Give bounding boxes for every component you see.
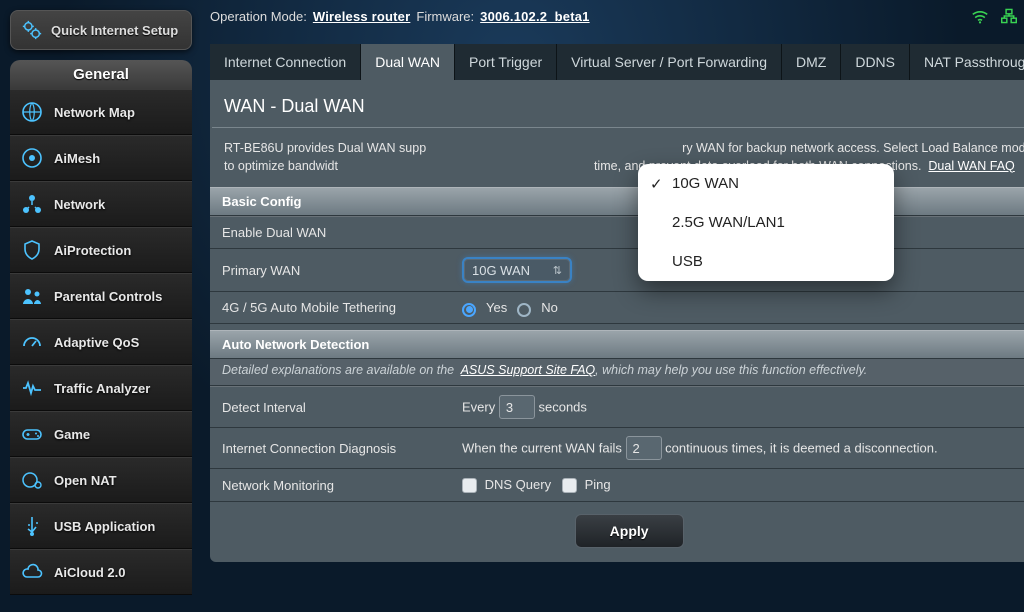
main-panel: Operation Mode: Wireless router Firmware…	[200, 0, 1024, 595]
dropdown-option-25g-wanlan1[interactable]: 2.5G WAN/LAN1	[638, 203, 894, 242]
sidebar-item-label: AiMesh	[54, 151, 100, 166]
diagnosis-pre: When the current WAN fails	[462, 441, 622, 456]
sidebar-item-aimesh[interactable]: AiMesh	[10, 135, 192, 181]
content-card: WAN - Dual WAN RT-BE86U provides Dual WA…	[210, 80, 1024, 562]
tab-dual-wan[interactable]: Dual WAN	[361, 44, 455, 80]
tab-internet-connection[interactable]: Internet Connection	[210, 44, 361, 80]
top-status-line: Operation Mode: Wireless router Firmware…	[210, 8, 1024, 24]
enable-dual-wan-label: Enable Dual WAN	[210, 217, 450, 249]
sidebar-item-traffic-analyzer[interactable]: Traffic Analyzer	[10, 365, 192, 411]
pulse-icon	[20, 376, 44, 400]
dns-query-checkbox[interactable]	[462, 478, 477, 493]
gears-icon	[21, 19, 43, 41]
sidebar-item-label: Open NAT	[54, 473, 117, 488]
tab-virtual-server[interactable]: Virtual Server / Port Forwarding	[557, 44, 782, 80]
basic-config-table: Enable Dual WAN Primary WAN 10G WAN ⇅ 4G…	[210, 216, 1024, 324]
sidebar-nav: Network Map AiMesh Network AiProtection …	[10, 89, 192, 595]
sidebar-item-label: USB Application	[54, 519, 155, 534]
sidebar-item-label: Game	[54, 427, 90, 442]
diagnosis-post: continuous times, it is deemed a disconn…	[665, 441, 937, 456]
auto-detect-subtext: Detailed explanations are available on t…	[210, 359, 1024, 386]
ping-label: Ping	[585, 477, 611, 492]
sidebar-item-label: Network Map	[54, 105, 135, 120]
quick-internet-setup-button[interactable]: Quick Internet Setup	[10, 10, 192, 50]
diagnosis-label: Internet Connection Diagnosis	[210, 428, 450, 469]
apply-button[interactable]: Apply	[575, 514, 684, 548]
dual-wan-faq-link[interactable]: Dual WAN FAQ	[928, 159, 1014, 173]
primary-wan-select[interactable]: 10G WAN ⇅	[462, 257, 572, 283]
tab-dmz[interactable]: DMZ	[782, 44, 841, 80]
sidebar-item-label: AiCloud 2.0	[54, 565, 126, 580]
page-description: RT-BE86U provides Dual WAN suppry WAN fo…	[210, 128, 1024, 187]
fw-label: Firmware:	[416, 9, 474, 24]
network-icon	[20, 192, 44, 216]
sidebar-item-usb-application[interactable]: USB Application	[10, 503, 192, 549]
sidebar-item-label: Traffic Analyzer	[54, 381, 150, 396]
ping-checkbox[interactable]	[562, 478, 577, 493]
dns-query-label: DNS Query	[485, 477, 551, 492]
sidebar-item-network[interactable]: Network	[10, 181, 192, 227]
gamepad-icon	[20, 422, 44, 446]
network-monitoring-label: Network Monitoring	[210, 469, 450, 502]
sidebar-item-open-nat[interactable]: Open NAT	[10, 457, 192, 503]
op-mode-link[interactable]: Wireless router	[313, 9, 411, 24]
sidebar-item-aiprotection[interactable]: AiProtection	[10, 227, 192, 273]
people-icon	[20, 284, 44, 308]
primary-wan-value: 10G WAN	[472, 263, 530, 278]
usb-icon	[20, 514, 44, 538]
auto-detect-header: Auto Network Detection	[210, 330, 1024, 359]
cloud-icon	[20, 560, 44, 584]
sidebar-item-label: Adaptive QoS	[54, 335, 139, 350]
sidebar-item-aicloud[interactable]: AiCloud 2.0	[10, 549, 192, 595]
dropdown-option-10g-wan[interactable]: 10G WAN	[638, 164, 894, 203]
tethering-no-radio[interactable]	[517, 303, 531, 317]
op-mode-label: Operation Mode:	[210, 9, 307, 24]
quick-setup-label: Quick Internet Setup	[51, 23, 178, 38]
gauge-icon	[20, 330, 44, 354]
shield-icon	[20, 238, 44, 262]
sidebar-item-label: Parental Controls	[54, 289, 162, 304]
chevron-updown-icon: ⇅	[553, 264, 562, 277]
sidebar-item-label: Network	[54, 197, 105, 212]
lan-icon[interactable]	[1000, 8, 1018, 24]
sidebar-item-network-map[interactable]: Network Map	[10, 89, 192, 135]
sidebar-item-parental-controls[interactable]: Parental Controls	[10, 273, 192, 319]
dropdown-option-usb[interactable]: USB	[638, 242, 894, 281]
tethering-yes-radio[interactable]	[462, 303, 476, 317]
basic-config-header: Basic Config	[210, 187, 1024, 216]
sidebar-item-adaptive-qos[interactable]: Adaptive QoS	[10, 319, 192, 365]
detect-interval-pre: Every	[462, 400, 495, 415]
sidebar-item-game[interactable]: Game	[10, 411, 192, 457]
detect-interval-label: Detect Interval	[210, 387, 450, 428]
fw-link[interactable]: 3006.102.2_beta1	[480, 9, 589, 24]
detect-interval-input[interactable]: 3	[499, 395, 535, 419]
sidebar: Quick Internet Setup General Network Map…	[0, 0, 200, 595]
sidebar-item-label: AiProtection	[54, 243, 131, 258]
primary-wan-dropdown[interactable]: 10G WAN 2.5G WAN/LAN1 USB	[638, 164, 894, 281]
tethering-yes-label: Yes	[486, 300, 507, 315]
diagnosis-count-input[interactable]: 2	[626, 436, 662, 460]
wifi-icon[interactable]	[970, 8, 990, 24]
auto-detect-table: Detect Interval Every 3 seconds Internet…	[210, 386, 1024, 502]
tethering-label: 4G / 5G Auto Mobile Tethering	[210, 292, 450, 324]
globe-gear-icon	[20, 468, 44, 492]
asus-support-faq-link[interactable]: ASUS Support Site FAQ	[461, 363, 596, 377]
primary-wan-label: Primary WAN	[210, 249, 450, 292]
mesh-icon	[20, 146, 44, 170]
detect-interval-post: seconds	[538, 400, 586, 415]
tab-nat-passthrough[interactable]: NAT Passthrough	[910, 44, 1024, 80]
tab-ddns[interactable]: DDNS	[841, 44, 910, 80]
wan-tabs: Internet Connection Dual WAN Port Trigge…	[210, 44, 1024, 80]
tab-port-trigger[interactable]: Port Trigger	[455, 44, 557, 80]
tethering-no-label: No	[541, 300, 558, 315]
sidebar-section-general: General	[10, 60, 192, 89]
page-title: WAN - Dual WAN	[210, 80, 1024, 127]
globe-icon	[20, 100, 44, 124]
